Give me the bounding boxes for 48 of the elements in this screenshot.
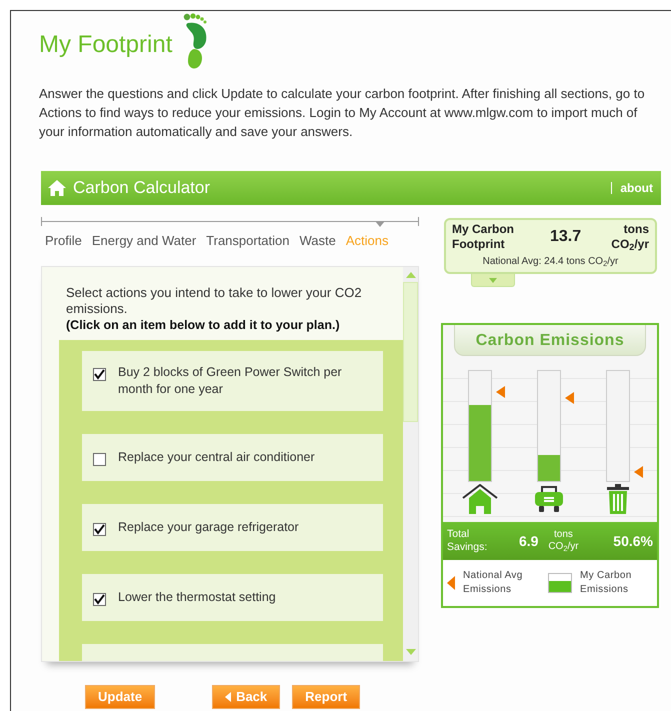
legend-label: My Carbon Emissions [580,569,633,597]
action-label: Lower the thermostat setting [118,589,276,606]
house-icon [462,484,498,514]
footprint-unit: tons CO$_{2}$/yr [610,222,649,252]
action-item[interactable]: Replace your central air conditioner [82,434,383,481]
tab[interactable]: Transportation [206,231,290,250]
scroll-thumb[interactable] [403,282,418,422]
emissions-title: Carbon Emissions [454,325,646,356]
page-title: My Footprint [39,30,172,60]
tab[interactable]: Waste [300,231,336,250]
average-marker-icon [447,576,455,590]
savings-label: Total Savings: [447,528,487,554]
scrollbar[interactable] [403,267,418,661]
savings-percent: 50.6% [613,532,653,550]
scroll-down-icon[interactable] [406,649,416,655]
expand-tab[interactable] [471,274,515,287]
hint-text: (Click on an item below to add it to your plan.) [65,317,341,333]
instructions-text: Select actions you intend to take to lower your CO2 emissions. [65,285,363,317]
savings-unit: tons CO$_{2}$/yr [547,529,580,553]
average-marker-icon [634,466,643,478]
action-label: Replace your central air conditioner [118,449,315,466]
action-label: Replace your garage refrigerator [118,519,299,536]
legend-label: National Avg Emissions [463,569,524,597]
average-marker-icon [496,386,505,398]
action-item[interactable]: Buy 2 blocks of Green Power Switch per month for one year [82,351,383,411]
scroll-up-icon[interactable] [406,272,416,278]
tab[interactable]: Energy and Water [92,231,196,250]
national-average-text: National Avg: 24.4 tons CO$_{2}$/yr [482,255,620,269]
intro-text: Answer the questions and click Update to calculate your carbon footprint. After finishing all sections, go to Actions to find ways to reduce your emissions. Login to My Account at www.mlgw.com to import much of your information automatically and save your answers. [38,85,646,141]
checkbox[interactable] [93,368,106,381]
legend-swatch [548,573,572,593]
left-arrow-icon [225,692,232,702]
average-marker-icon [565,392,574,404]
caret-icon [489,278,497,282]
checkbox[interactable] [93,453,106,466]
checkbox[interactable] [93,523,106,536]
checkbox[interactable] [93,593,106,606]
footprint-label: My Carbon Footprint [452,222,516,252]
calculator-title: Carbon Calculator [73,177,210,200]
footprint-value: 13.7 [550,227,582,247]
car-icon [534,484,564,514]
action-item[interactable]: Replace your garage refrigerator [82,504,383,551]
action-item[interactable]: Lower the thermostat setting [82,574,383,621]
trash-icon [606,484,630,514]
savings-value: 6.9 [519,532,538,550]
tab[interactable]: Profile [45,231,82,250]
home-icon [47,179,67,197]
action-label: Buy 2 blocks of Green Power Switch per month for one year [118,364,343,398]
